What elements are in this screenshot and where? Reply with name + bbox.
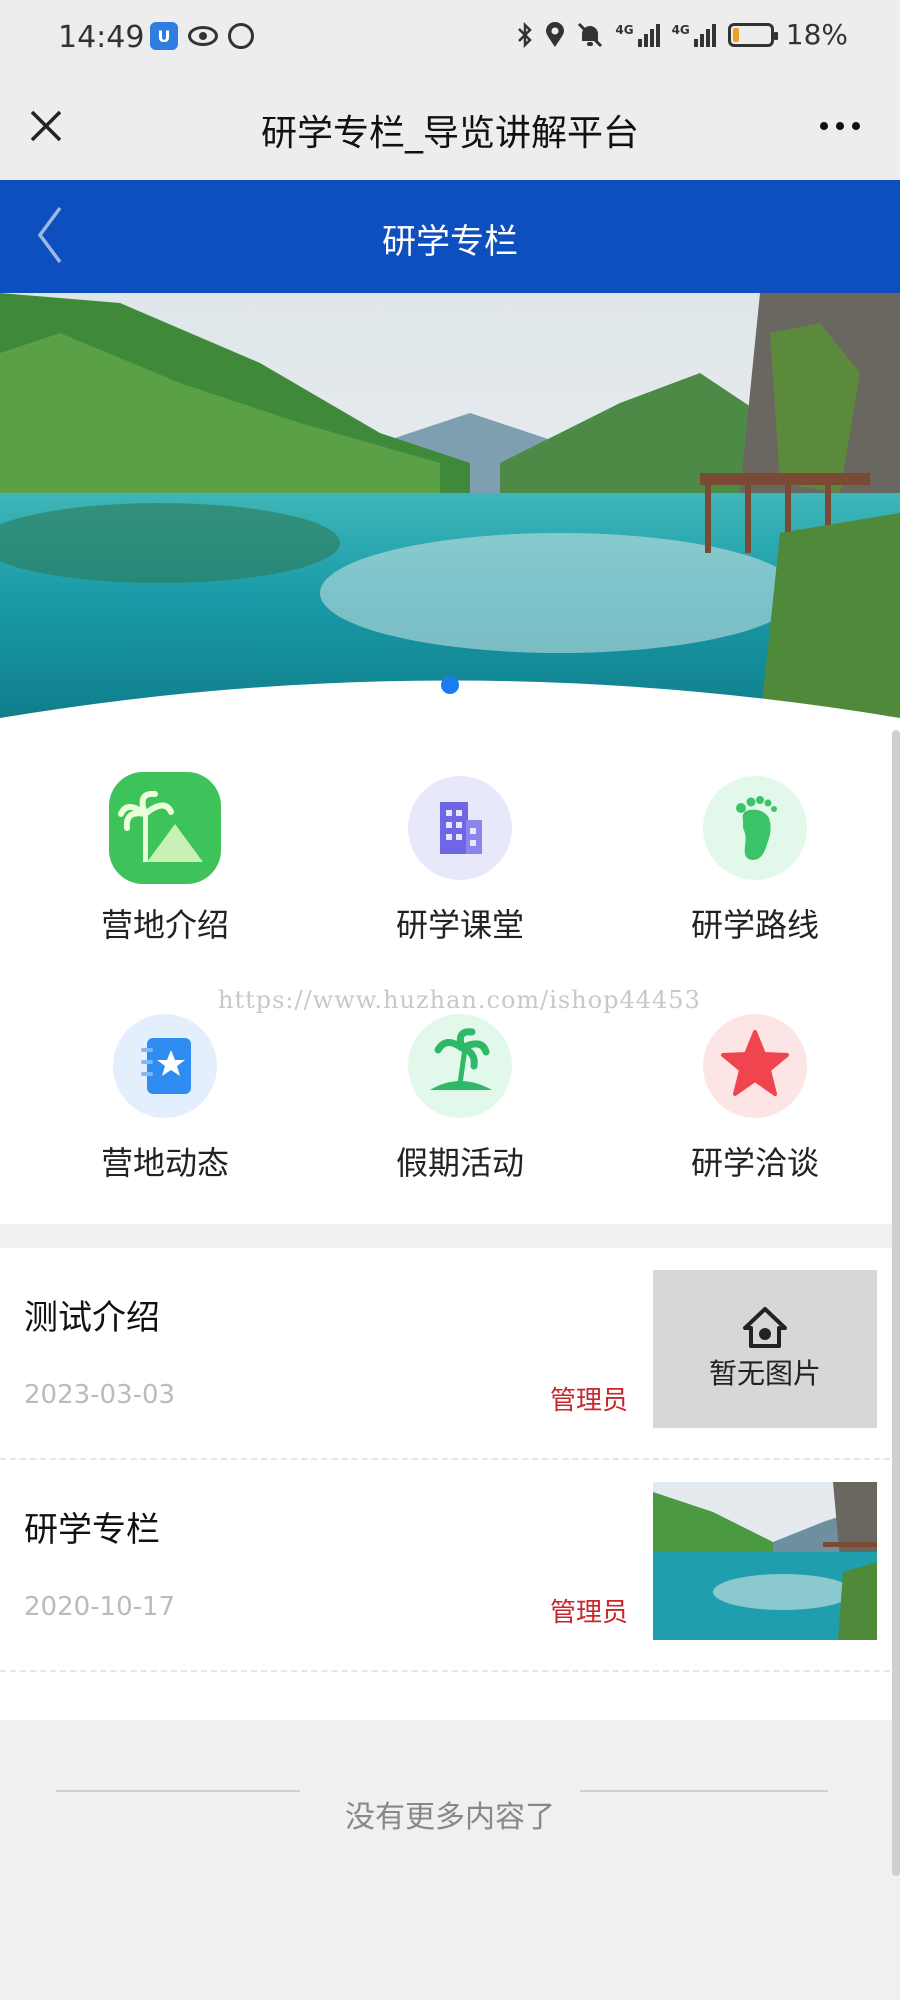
no-image-text: 暂无图片 xyxy=(708,1357,821,1390)
menu-label: 营地介绍 xyxy=(100,906,229,944)
divider-line xyxy=(580,1790,828,1792)
carousel-dot[interactable] xyxy=(441,676,459,694)
menu-label: 营地动态 xyxy=(100,1144,229,1182)
more-icon[interactable] xyxy=(820,122,860,130)
battery-percent: 18% xyxy=(785,18,848,51)
item-thumbnail xyxy=(653,1482,877,1640)
shield-badge-icon: U xyxy=(150,22,178,50)
status-left-icons: U xyxy=(150,22,254,50)
island-icon xyxy=(402,1008,518,1124)
signal-icon: 4G xyxy=(615,22,660,47)
list-item[interactable]: 研学专栏 2020-10-17 管理员 xyxy=(0,1460,900,1672)
no-more-content-text: 没有更多内容了 xyxy=(345,1800,555,1835)
item-date: 2020-10-17 xyxy=(24,1592,176,1622)
item-title: 研学专栏 xyxy=(24,1510,160,1550)
status-right-icons: 4G 4G 18% xyxy=(517,18,848,51)
header-title: 研学专栏 xyxy=(382,222,518,262)
menu-item-study-class[interactable]: 研学课堂 xyxy=(340,770,580,946)
no-image-placeholder: 暂无图片 xyxy=(653,1270,877,1428)
menu-item-camp-news[interactable]: 营地动态 xyxy=(45,1008,285,1184)
menu-label: 研学路线 xyxy=(690,906,819,944)
item-title: 测试介绍 xyxy=(24,1298,160,1338)
item-date: 2023-03-03 xyxy=(24,1380,176,1410)
star-notebook-icon xyxy=(107,1008,223,1124)
status-time: 14:49 xyxy=(58,20,145,55)
signal-label: 4G xyxy=(615,22,634,37)
article-list: 测试介绍 2023-03-03 管理员 暂无图片 研学专栏 2020-10-17… xyxy=(0,1248,900,1720)
menu-grid: 营地介绍 研学课堂 研学路线 https://www.huzhan.com/is… xyxy=(0,722,900,1224)
mute-icon xyxy=(578,22,603,47)
page-title: 研学专栏_导览讲解平台 xyxy=(260,113,639,154)
banner-image xyxy=(0,293,900,723)
menu-label: 假期活动 xyxy=(395,1144,524,1182)
palm-mountain-icon xyxy=(107,770,223,886)
footprint-icon xyxy=(697,770,813,886)
item-author: 管理员 xyxy=(550,1598,629,1628)
app-header: 研学专栏 xyxy=(0,180,900,293)
eye-icon xyxy=(188,26,218,46)
battery-icon xyxy=(727,22,778,47)
menu-item-camp-intro[interactable]: 营地介绍 xyxy=(45,770,285,946)
menu-item-study-route[interactable]: 研学路线 xyxy=(635,770,875,946)
signal-label: 4G xyxy=(671,22,690,37)
bluetooth-icon xyxy=(518,21,533,48)
battery-level xyxy=(732,27,739,42)
home-icon xyxy=(743,1307,787,1348)
menu-label: 研学课堂 xyxy=(395,906,524,944)
menu-item-holiday-activity[interactable]: 假期活动 xyxy=(340,1008,580,1184)
menu-item-study-negotiation[interactable]: 研学洽谈 xyxy=(635,1008,875,1184)
building-icon xyxy=(402,770,518,886)
signal-icon: 4G xyxy=(672,23,716,47)
scrollbar[interactable] xyxy=(892,730,900,1876)
list-item[interactable]: 测试介绍 2023-03-03 管理员 暂无图片 xyxy=(0,1248,900,1460)
status-bar: 14:49 U 4G 4G 18% xyxy=(0,0,900,78)
item-author: 管理员 xyxy=(550,1386,629,1416)
alarm-icon xyxy=(228,23,254,49)
banner-carousel[interactable] xyxy=(0,293,900,723)
star-icon xyxy=(697,1008,813,1124)
location-icon xyxy=(546,21,565,47)
browser-title-bar: 研学专栏_导览讲解平台 xyxy=(0,78,900,180)
menu-label: 研学洽谈 xyxy=(690,1144,819,1182)
